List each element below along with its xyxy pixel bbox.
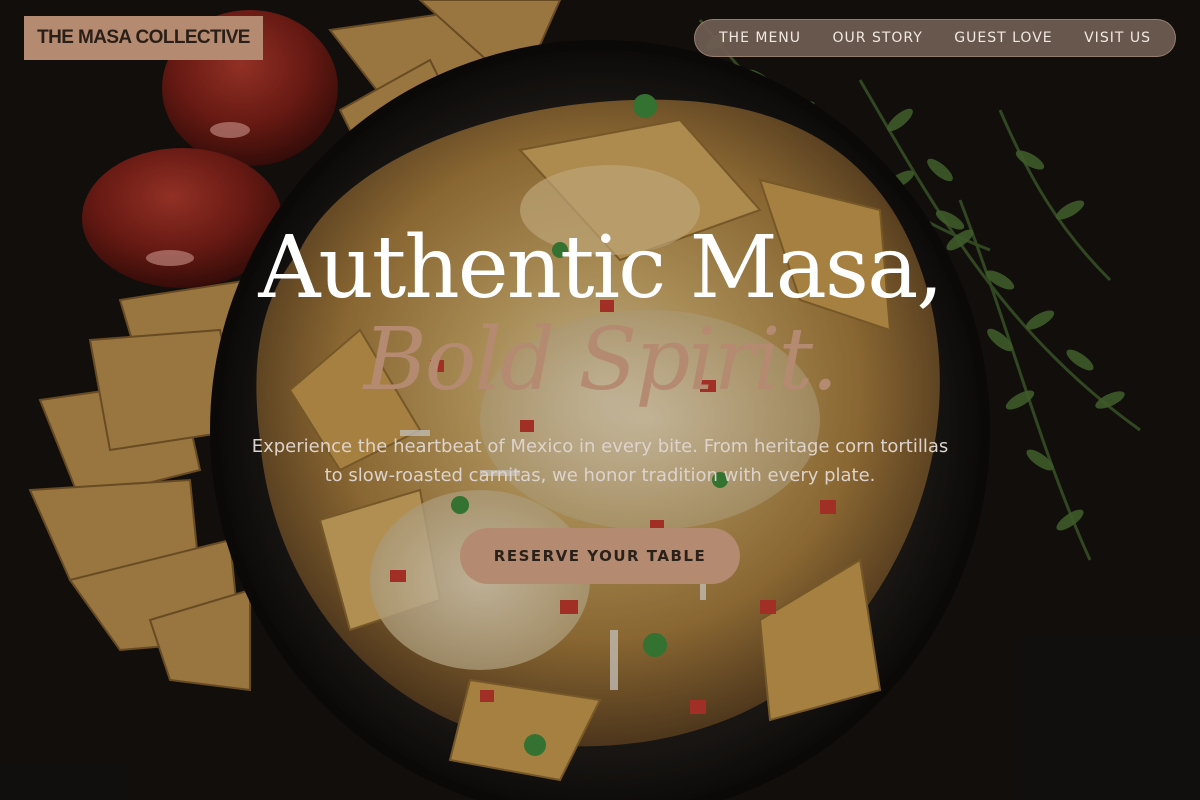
brand-logo[interactable]: THE MASA COLLECTIVE — [24, 16, 263, 60]
main-nav: THE MENU OUR STORY GUEST LOVE VISIT US — [694, 19, 1176, 57]
hero-title: Authentic Masa, — [258, 218, 943, 318]
hero-subtitle: Bold Spirit. — [363, 310, 839, 410]
nav-item-guest-love[interactable]: GUEST LOVE — [954, 30, 1052, 46]
hero-description: Experience the heartbeat of Mexico in ev… — [251, 436, 949, 486]
nav-item-our-story[interactable]: OUR STORY — [833, 30, 923, 46]
brand-logo-text: THE MASA COLLECTIVE — [37, 27, 250, 48]
reserve-table-button[interactable]: RESERVE YOUR TABLE — [460, 528, 740, 584]
nav-item-visit-us[interactable]: VISIT US — [1084, 30, 1151, 46]
nav-item-the-menu[interactable]: THE MENU — [719, 30, 801, 46]
